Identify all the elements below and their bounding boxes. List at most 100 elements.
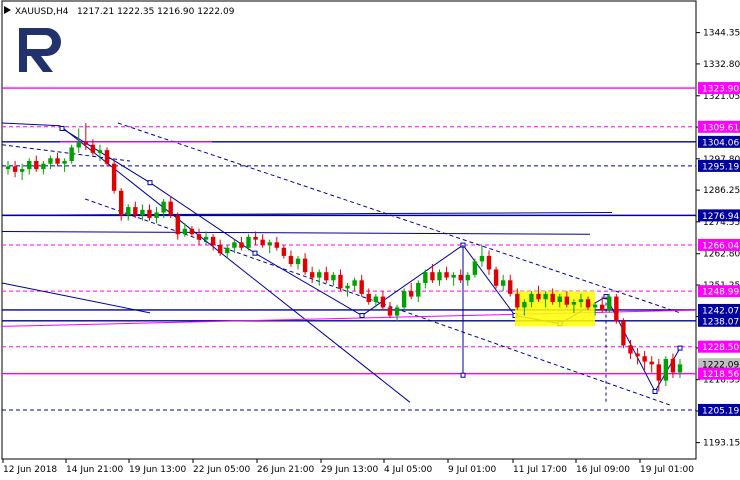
wave-point — [147, 180, 153, 186]
candle-body — [189, 228, 195, 235]
candle-body — [48, 158, 53, 164]
candle-body — [458, 274, 463, 281]
candle-body — [288, 255, 294, 265]
candle-body — [104, 150, 110, 164]
candle-body — [394, 307, 400, 316]
candle-body — [592, 304, 598, 308]
candle-body — [83, 142, 89, 145]
level-price-label: 1238.07 — [702, 317, 739, 327]
candle-body — [493, 269, 499, 286]
time-tick-label: 26 Jun 21:00 — [257, 465, 314, 475]
candle-body — [133, 207, 138, 216]
candle-body — [486, 255, 492, 270]
candle-body — [253, 236, 258, 240]
candle-body — [126, 207, 131, 216]
candle-body — [218, 245, 223, 254]
wave-point — [359, 313, 365, 319]
time-tick-label: 9 Jul 01:00 — [448, 465, 497, 475]
candle-body — [196, 234, 202, 240]
candle-body — [373, 296, 379, 302]
candle-body — [677, 364, 683, 373]
wave-point — [59, 125, 65, 131]
candle-body — [416, 283, 421, 297]
time-tick-label: 16 Jul 09:00 — [576, 465, 630, 475]
candle-body — [295, 258, 301, 265]
candle-body — [19, 169, 25, 172]
candle-body — [182, 228, 188, 235]
level-price-label: 1218.56 — [702, 370, 739, 380]
candle-body — [642, 356, 647, 362]
candle-body — [331, 274, 336, 281]
candle-body — [359, 280, 364, 294]
candle-body — [5, 166, 11, 170]
candle-body — [508, 280, 513, 294]
candle-body — [267, 242, 272, 246]
candle-body — [345, 285, 350, 289]
candle-body — [203, 236, 209, 240]
candle-body — [635, 353, 640, 357]
candle-body — [628, 345, 633, 354]
candle-body — [599, 304, 605, 311]
price-tick-label: 1332.80 — [703, 60, 740, 70]
candle-body — [210, 236, 216, 246]
plot-area[interactable] — [1, 0, 697, 460]
candle-body — [55, 158, 60, 164]
candle-body — [380, 296, 386, 308]
candle-body — [670, 358, 676, 373]
candle-body — [352, 280, 357, 286]
candle-body — [27, 160, 32, 170]
level-price-label: 1228.50 — [702, 343, 739, 353]
candle-body — [225, 247, 230, 254]
candle-body — [12, 166, 18, 172]
candle-body — [437, 272, 442, 281]
candle-body — [536, 293, 541, 300]
time-tick-label: 29 Jun 13:00 — [321, 465, 378, 475]
time-tick-label: 14 Jun 21:00 — [66, 465, 123, 475]
time-tick-label: 19 Jun 13:00 — [129, 465, 186, 475]
candle-body — [154, 212, 159, 218]
time-axis: 12 Jun 2018 14 Jun 21:00 19 Jun 13:00 22 Ju… — [2, 459, 694, 475]
candle-body — [140, 209, 145, 216]
level-price-label: 1309.61 — [702, 123, 739, 133]
candle-body — [34, 160, 39, 170]
level-price-label: 1248.99 — [702, 288, 739, 298]
candle-body — [571, 301, 577, 305]
candle-body — [111, 163, 117, 191]
candle-body — [451, 274, 456, 278]
candle-body — [515, 293, 520, 308]
price-chart[interactable]: 1344.351332.801321.051309.501297.801286.… — [0, 0, 740, 480]
level-price-label: 1295.19 — [702, 162, 739, 172]
time-tick-label: 12 Jun 2018 — [3, 465, 57, 475]
wave-point — [460, 372, 466, 378]
candle-body — [472, 261, 478, 275]
candle-body — [274, 242, 279, 248]
candle-body — [444, 272, 449, 278]
candle-body — [663, 358, 669, 381]
time-tick-label: 22 Jun 05:00 — [193, 465, 250, 475]
candle-body — [324, 272, 329, 281]
wave-point — [652, 388, 658, 394]
candle-body — [578, 299, 584, 302]
candle-body — [175, 215, 180, 235]
candle-body — [465, 274, 470, 281]
candle-body — [317, 272, 322, 278]
candle-body — [550, 293, 555, 302]
ohlc-readout: 1217.21 1222.35 1216.90 1222.09 — [77, 7, 235, 17]
candle-body — [260, 239, 265, 246]
candle-body — [621, 320, 626, 346]
candle-body — [281, 247, 287, 256]
candle-body — [614, 296, 619, 321]
candle-body — [479, 255, 485, 262]
candle-body — [423, 272, 428, 284]
level-price-label: 1323.90 — [702, 85, 739, 95]
candle-body — [409, 291, 414, 297]
candle-body — [62, 160, 67, 164]
candle-body — [232, 242, 237, 248]
level-price-label: 1304.06 — [702, 138, 739, 148]
level-price-label: 1276.94 — [702, 212, 739, 222]
level-price-label: 1205.19 — [702, 406, 739, 416]
candle-body — [401, 291, 407, 308]
time-tick-label: 4 Jul 05:00 — [384, 465, 433, 475]
candle-body — [529, 293, 534, 302]
candle-body — [607, 296, 612, 311]
